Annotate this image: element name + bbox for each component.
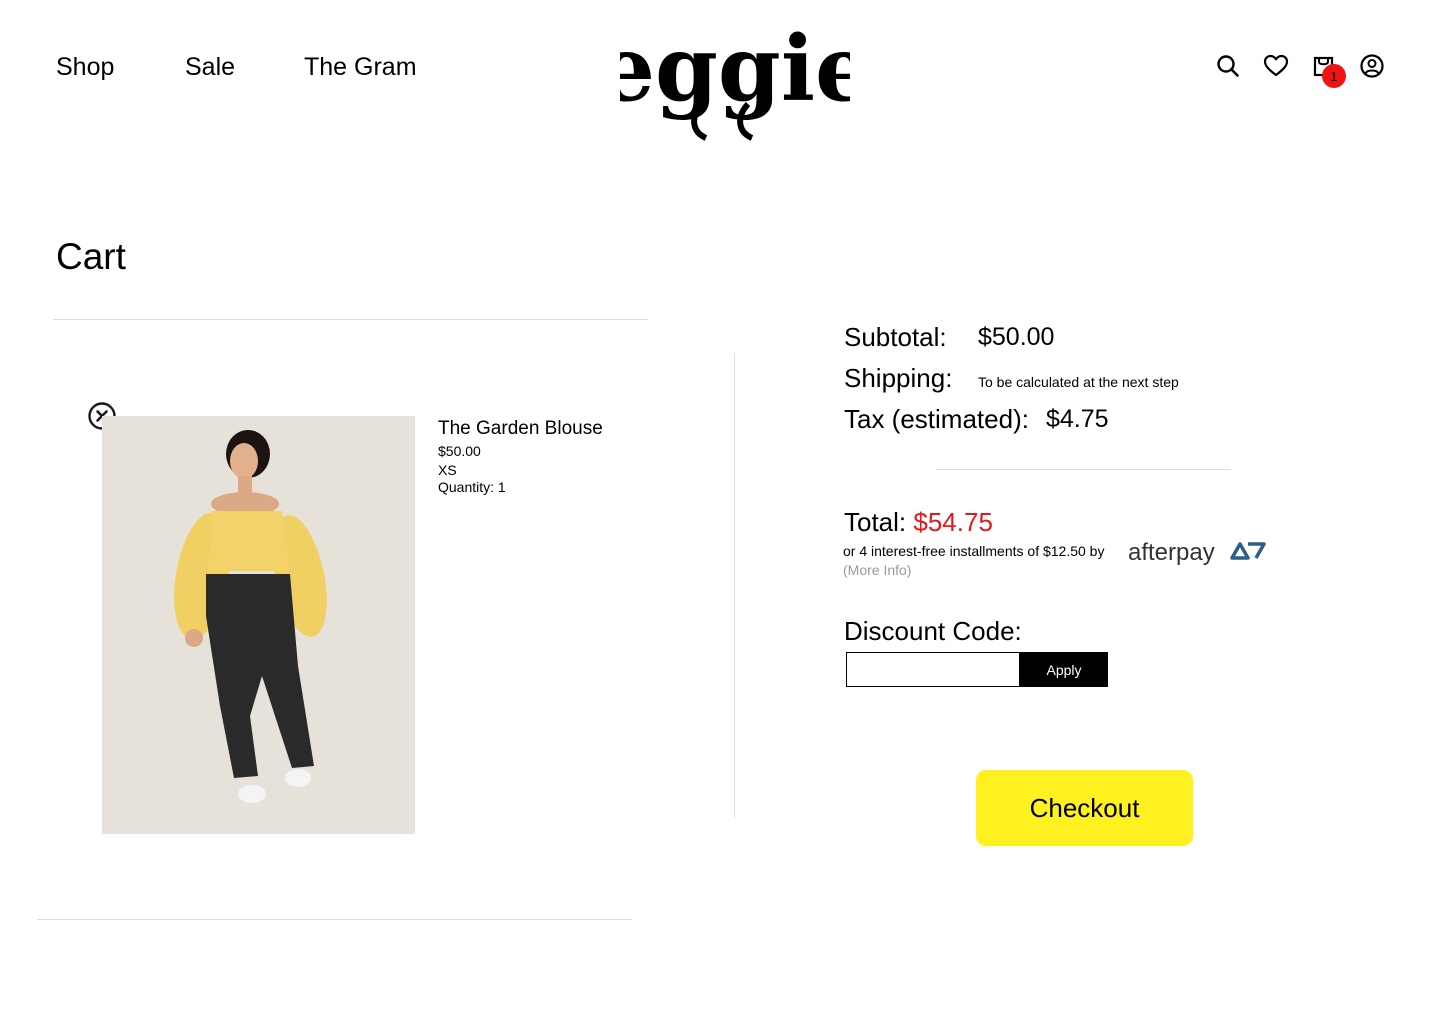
cart-count-badge: 1 xyxy=(1322,64,1346,88)
divider-top xyxy=(53,319,648,320)
divider-summary xyxy=(936,469,1231,470)
apply-discount-button[interactable]: Apply xyxy=(1020,652,1108,687)
divider-vertical xyxy=(734,353,735,818)
product-name[interactable]: The Garden Blouse xyxy=(438,417,603,441)
nav-shop[interactable]: Shop xyxy=(56,50,114,84)
divider-bottom xyxy=(37,919,632,920)
afterpay-logo: afterpay xyxy=(1128,539,1266,566)
afterpay-more-info-link[interactable]: (More Info) xyxy=(843,561,911,579)
discount-code-label: Discount Code: xyxy=(844,616,1022,646)
afterpay-installments: or 4 interest-free installments of $12.5… xyxy=(843,543,1105,559)
total-label: Total: xyxy=(844,507,907,537)
subtotal-value: $50.00 xyxy=(978,323,1055,351)
shipping-value: To be calculated at the next step xyxy=(978,374,1179,390)
account-icon[interactable] xyxy=(1358,52,1386,80)
total-row: Total: $54.75 xyxy=(844,506,993,538)
product-photo xyxy=(102,416,415,834)
svg-text:afterpay: afterpay xyxy=(1128,539,1215,566)
product-size: XS xyxy=(438,462,457,478)
tax-value: $4.75 xyxy=(1046,405,1109,433)
tax-label: Tax (estimated): xyxy=(844,404,1029,434)
nav-sale[interactable]: Sale xyxy=(185,50,235,84)
eggie-logo[interactable]: eggie xyxy=(620,22,850,142)
search-icon[interactable] xyxy=(1214,52,1242,80)
subtotal-label: Subtotal: xyxy=(844,322,947,352)
logo-text: eggie xyxy=(620,22,850,122)
heart-icon[interactable] xyxy=(1262,52,1290,80)
product-image[interactable] xyxy=(102,416,415,834)
page-title: Cart xyxy=(56,236,126,277)
checkout-button[interactable]: Checkout xyxy=(976,770,1193,846)
nav-the-gram[interactable]: The Gram xyxy=(304,50,417,84)
product-price: $50.00 xyxy=(438,443,481,459)
discount-code-input[interactable] xyxy=(846,652,1020,687)
shipping-label: Shipping: xyxy=(844,363,953,393)
product-quantity: Quantity: 1 xyxy=(438,479,506,495)
total-value: $54.75 xyxy=(913,507,993,537)
